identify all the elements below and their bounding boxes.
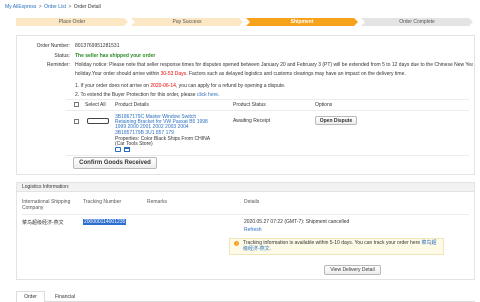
product-properties: Properties: Color Black Ships From CHINA…: [115, 136, 210, 148]
refund-note: 1. If your order does not arrive on 2020…: [75, 83, 285, 89]
divider: [22, 214, 469, 215]
protection-note: 2. To extend the Buyer Protection for th…: [75, 92, 219, 98]
order-progress-steps: Place Order Pay Success Shipment Order C…: [16, 18, 476, 26]
reminder-text-line1: Holiday notice: Please note that seller …: [75, 62, 473, 68]
col-remarks: Remarks: [147, 199, 168, 205]
divider: [66, 155, 469, 156]
protection-note-pre: 2. To extend the Buyer Protection for th…: [75, 92, 197, 98]
tracking-number-value[interactable]: 200000114001235: [83, 219, 127, 225]
product-status-value: Awaiting Receipt: [233, 118, 271, 124]
step-shipment: Shipment: [246, 18, 358, 26]
refund-note-post: , you can apply for a refund by opening …: [175, 83, 286, 89]
select-all-checkbox[interactable]: [74, 102, 79, 107]
protection-note-post: .: [218, 92, 220, 98]
shipping-company-value: 菜鸟超级经济-燕文: [22, 220, 64, 226]
col-details: Details: [244, 199, 260, 205]
shipment-event: 2020.05.27 07:22 (GMT-7): Shipment cance…: [244, 219, 350, 225]
refresh-link[interactable]: Refresh: [244, 227, 262, 233]
extend-protection-link[interactable]: click here: [197, 92, 218, 98]
status-label: Status:: [54, 53, 70, 59]
col-tracking-number: Tracking Number: [83, 199, 122, 205]
reminder-label: Reminder:: [46, 62, 70, 68]
step-order-complete: Order Complete: [361, 18, 473, 26]
info-icon: !: [234, 241, 239, 246]
confirm-goods-received-button[interactable]: Confirm Goods Received: [73, 157, 157, 169]
tracking-number-text[interactable]: 200000114001235: [83, 219, 127, 225]
breadcrumb-separator: >: [68, 4, 72, 10]
logistics-panel: [16, 192, 475, 280]
product-checkbox[interactable]: [74, 119, 79, 124]
order-status-value: The seller has shipped your order: [75, 53, 156, 59]
reminder-text-line2: holiday.Your order should arrive within …: [75, 71, 406, 77]
col-shipping-company: International Shipping Company: [22, 199, 71, 211]
order-number-value: 8013769951281531: [75, 43, 120, 49]
product-thumbnail[interactable]: [87, 118, 109, 124]
step-pay-success: Pay Success: [131, 18, 243, 26]
tracking-info-post: .: [269, 246, 272, 252]
tracking-info-text: Tracking information is available within…: [243, 240, 441, 252]
col-options: Options: [315, 102, 333, 108]
refund-date: 2020-06-14: [150, 83, 176, 89]
reminder-line2-pre: holiday.Your order should arrive within: [75, 71, 161, 77]
snapshot-icon[interactable]: [115, 147, 121, 152]
delivery-days: 30-53 Days: [160, 71, 187, 77]
select-all-label: Select All: [85, 102, 106, 108]
col-product-details: Product Details: [115, 102, 149, 108]
breadcrumb-current: Order Detail: [73, 4, 101, 10]
refund-note-pre: 1. If your order does not arrive on: [75, 83, 151, 89]
breadcrumb-home-link[interactable]: My AliExpress: [5, 4, 36, 10]
open-dispute-button[interactable]: Open Dispute: [315, 116, 357, 125]
reminder-line2-post: . Factors such as delayed logistics and …: [186, 71, 406, 77]
breadcrumb-orders-link[interactable]: Order List: [44, 4, 66, 10]
view-delivery-detail-button[interactable]: View Delivery Detail: [324, 265, 381, 275]
divider: [66, 110, 469, 111]
breadcrumb-separator: >: [38, 4, 42, 10]
store-icon[interactable]: [124, 147, 130, 152]
breadcrumb: My AliExpress > Order List > Order Detai…: [5, 4, 101, 10]
step-place-order: Place Order: [16, 18, 128, 26]
col-product-status: Product Status: [233, 102, 266, 108]
product-title-link[interactable]: 3B1867179C Master Window Switch Retainin…: [115, 114, 213, 136]
tab-order[interactable]: Order: [16, 291, 45, 302]
order-number-label: Order Number:: [36, 43, 70, 49]
logistics-header: Logistics Information:: [16, 182, 475, 192]
divider: [66, 99, 469, 100]
